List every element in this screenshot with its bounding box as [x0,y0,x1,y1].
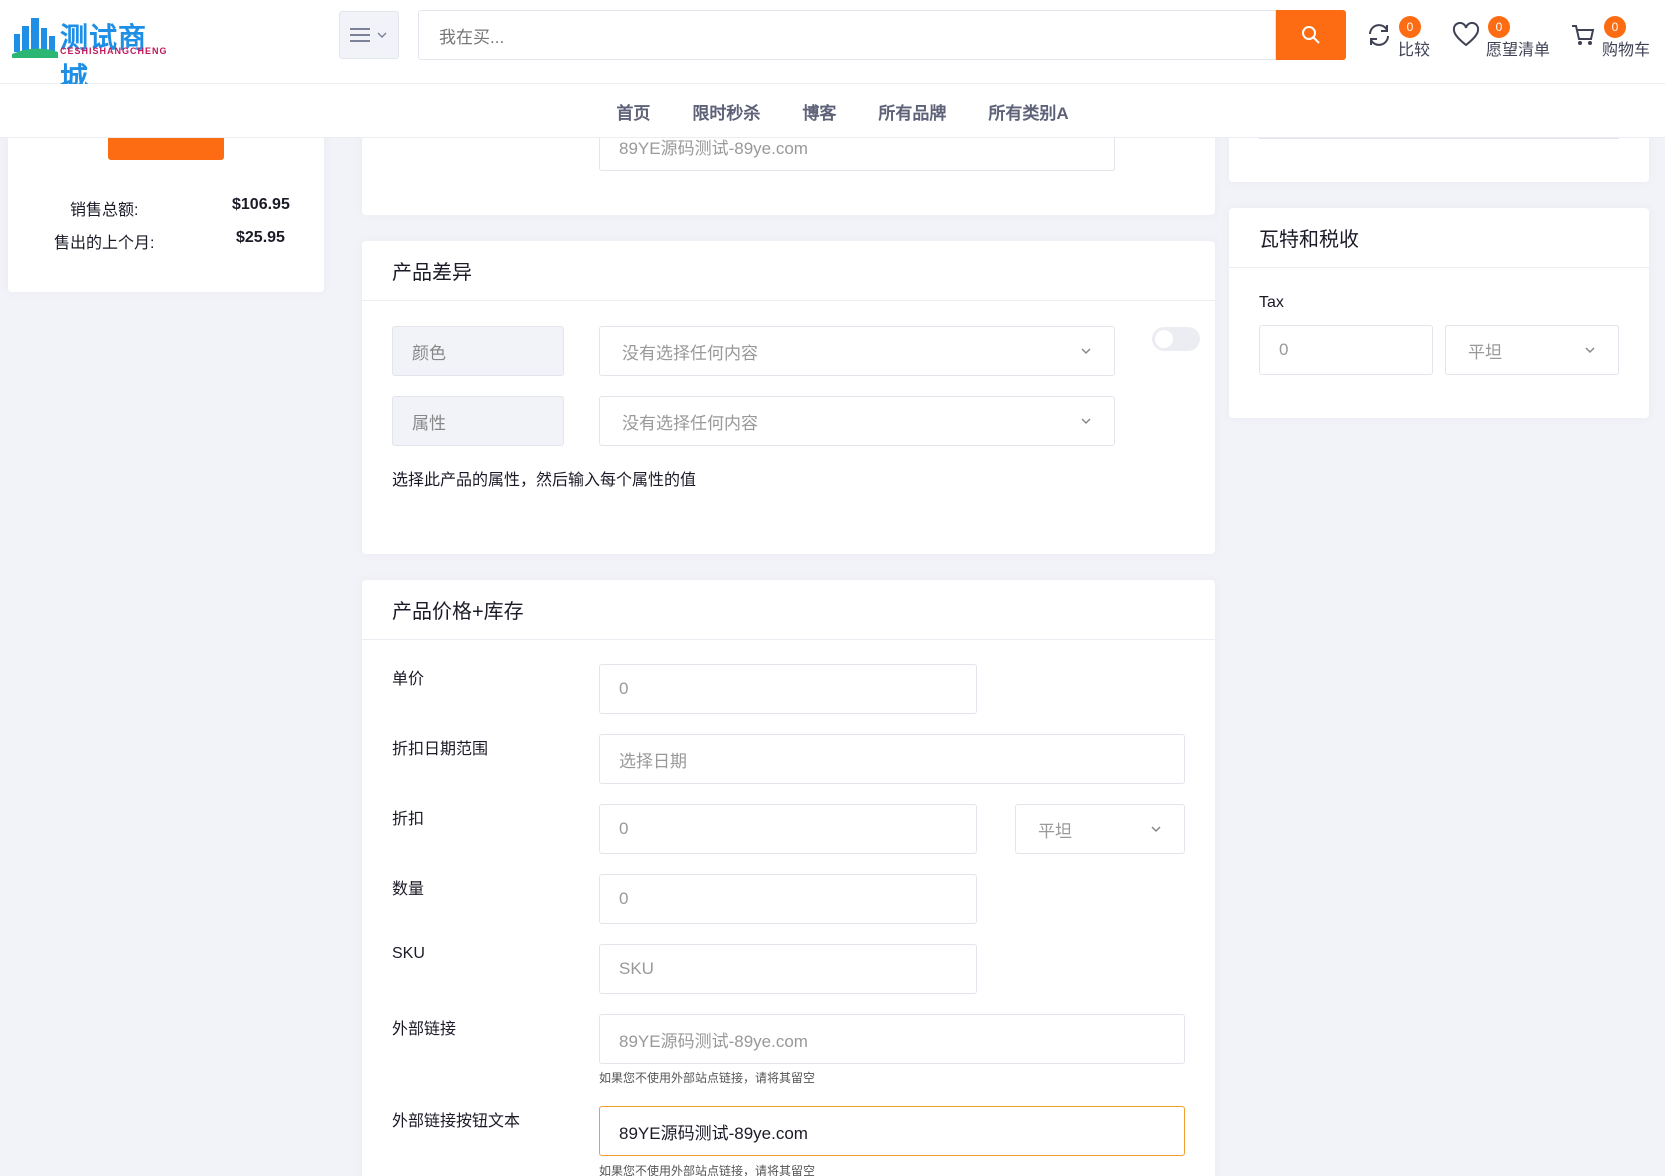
variation-title: 产品差异 [362,241,1215,301]
external-button-text-input[interactable]: 89YE源码测试-89ye.com [599,1106,1185,1156]
unit-price-input[interactable]: 0 [599,664,977,714]
total-sales-label: 销售总额: [70,202,139,219]
search-icon [1302,26,1320,44]
attribute-label-box: 属性 [392,396,564,446]
compare-count-badge: 0 [1399,16,1421,38]
unit-price-label: 单价 [392,671,425,688]
sku-label: SKU [392,945,425,962]
external-link-input[interactable]: 89YE源码测试-89ye.com [599,1014,1185,1064]
tax-input[interactable]: 0 [1259,325,1433,375]
main-nav: 首页 限时秒杀 博客 所有品牌 所有类别A [0,84,1665,138]
external-link-label: 外部链接 [392,1021,457,1038]
sku-input[interactable]: SKU [599,944,977,994]
discount-date-input[interactable]: 选择日期 [599,734,1185,784]
compare-label: 比较 [1398,42,1431,59]
chevron-down-icon [1081,348,1091,355]
variation-help-text: 选择此产品的属性，然后输入每个属性的值 [392,472,697,489]
logo-building-icon [12,18,58,58]
vat-tax-card: 瓦特和税收 Tax 0 平坦 [1229,208,1649,418]
cart-label: 购物车 [1602,42,1651,59]
price-stock-title: 产品价格+库存 [362,580,1215,640]
chevron-down-icon [1585,347,1595,354]
tax-type-value: 平坦 [1468,342,1502,362]
chevron-down-icon [1151,826,1161,833]
discount-label: 折扣 [392,811,425,828]
discount-input[interactable]: 0 [599,804,977,854]
hamburger-icon [350,28,370,42]
total-sales-value: $106.95 [232,196,290,213]
nav-home[interactable]: 首页 [616,99,650,124]
discount-range-label: 折扣日期范围 [392,741,489,758]
external-button-text-hint: 如果您不使用外部站点链接，请将其留空 [599,1164,816,1176]
search-button[interactable] [1276,10,1346,60]
nav-blog[interactable]: 博客 [802,99,836,124]
divider [1259,138,1619,139]
discount-type-select[interactable]: 平坦 [1015,804,1185,854]
cart-icon [1572,25,1595,45]
heart-icon [1452,22,1480,47]
color-toggle-switch[interactable] [1152,327,1200,351]
price-stock-card: 产品价格+库存 单价 0 折扣日期范围 选择日期 折扣 0 平坦 数量 0 SK… [362,580,1215,1176]
vat-tax-title: 瓦特和税收 [1229,208,1649,268]
external-link-hint: 如果您不使用外部站点链接，请将其留空 [599,1071,816,1085]
color-label-box: 颜色 [392,326,564,376]
product-variation-card: 产品差异 颜色 没有选择任何内容 属性 没有选择任何内容 选择此产品的属性，然后… [362,241,1215,554]
compare-link[interactable]: 0 比较 [1366,16,1438,60]
nav-flash-sale[interactable]: 限时秒杀 [692,99,760,124]
color-select[interactable]: 没有选择任何内容 [599,326,1115,376]
category-menu-button[interactable] [339,11,399,59]
site-logo[interactable]: 测试商城 CESHISHANGCHENG [12,14,172,93]
quantity-input[interactable]: 0 [599,874,977,924]
wishlist-count-badge: 0 [1488,16,1510,38]
tax-label: Tax [1259,294,1284,311]
last-month-value: $25.95 [236,229,285,246]
chevron-down-icon [1081,418,1091,425]
discount-type-value: 平坦 [1038,821,1072,841]
color-select-placeholder: 没有选择任何内容 [622,343,758,363]
attribute-select-placeholder: 没有选择任何内容 [622,413,758,433]
logo-subtext: CESHISHANGCHENG [60,46,168,56]
refresh-icon [1369,24,1389,46]
quantity-label: 数量 [392,881,425,898]
nav-categories[interactable]: 所有类别A [988,99,1068,124]
wishlist-label: 愿望清单 [1486,42,1551,59]
wishlist-link[interactable]: 0 愿望清单 [1452,16,1552,60]
chevron-down-icon [377,32,387,39]
cart-link[interactable]: 0 购物车 [1570,16,1662,60]
search-input[interactable]: 我在买... [418,10,1276,60]
last-month-label: 售出的上个月: [54,235,155,252]
cart-count-badge: 0 [1604,16,1626,38]
nav-brands[interactable]: 所有品牌 [878,99,946,124]
top-header: 测试商城 CESHISHANGCHENG 我在买... 0 比较 0 愿望清单 [0,0,1665,93]
tax-type-select[interactable]: 平坦 [1445,325,1619,375]
external-button-text-label: 外部链接按钮文本 [392,1113,521,1130]
attribute-select[interactable]: 没有选择任何内容 [599,396,1115,446]
